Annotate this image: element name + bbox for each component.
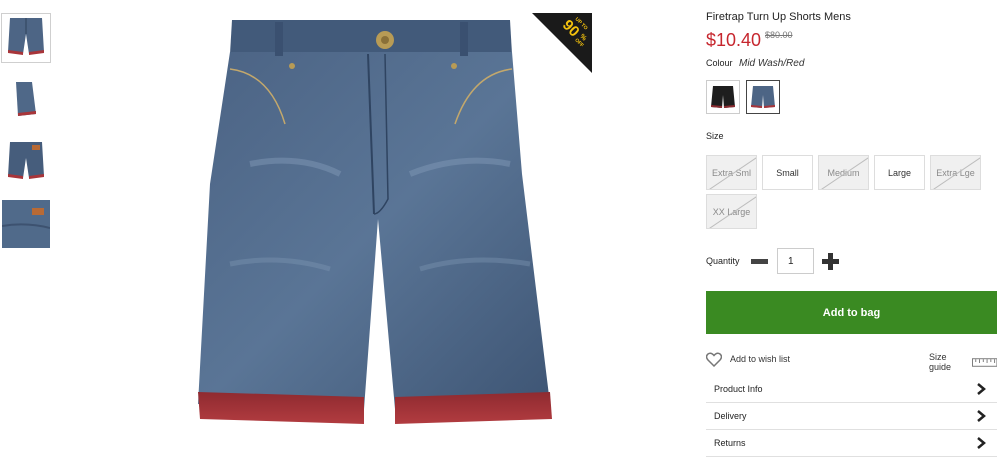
- product-old-price: $80.00: [765, 30, 793, 40]
- colour-swatch-midwash[interactable]: [746, 80, 780, 114]
- thumbnail-detail[interactable]: [1, 199, 51, 249]
- chevron-right-icon: [977, 437, 986, 449]
- colour-label: Colour: [706, 58, 733, 68]
- size-option-large[interactable]: Large: [874, 155, 925, 190]
- product-info-panel: Firetrap Turn Up Shorts Mens $10.40 $80.…: [706, 0, 997, 457]
- colour-swatch-black[interactable]: [706, 80, 740, 114]
- thumbnail-front[interactable]: [1, 13, 51, 63]
- denim-shorts-swatch-icon: [749, 83, 777, 111]
- heart-icon: [706, 352, 722, 367]
- accordion-returns-label: Returns: [714, 438, 746, 448]
- colour-selected-value: Mid Wash/Red: [739, 58, 805, 69]
- wishlist-label: Add to wish list: [730, 354, 791, 364]
- chevron-right-icon: [977, 383, 986, 395]
- size-option-small[interactable]: Small: [762, 155, 813, 190]
- thumbnail-back[interactable]: [1, 137, 51, 187]
- discount-corner-icon: UP TO 90 % OFF: [532, 13, 592, 73]
- denim-shorts-image: [198, 20, 552, 424]
- size-option-medium[interactable]: Medium: [818, 155, 869, 190]
- thumbnail-side[interactable]: [1, 75, 51, 125]
- shorts-front-thumb-image: [8, 18, 44, 55]
- add-to-bag-button[interactable]: Add to bag: [706, 291, 997, 334]
- size-label: Size: [706, 131, 724, 141]
- quantity-increase-button[interactable]: [822, 253, 840, 271]
- discount-badge: UP TO 90 % OFF: [532, 13, 592, 73]
- size-guide-link[interactable]: Size guide: [929, 352, 997, 372]
- size-option-extra-lge[interactable]: Extra Lge: [930, 155, 981, 190]
- size-option-xx-large[interactable]: XX Large: [706, 194, 757, 229]
- size-guide-label: Size guide: [929, 352, 952, 372]
- product-main-image[interactable]: [190, 14, 565, 444]
- product-title: Firetrap Turn Up Shorts Mens: [706, 11, 851, 23]
- chevron-right-icon: [977, 410, 986, 422]
- accordion-delivery[interactable]: Delivery: [706, 403, 997, 430]
- product-price: $10.40: [706, 30, 762, 50]
- add-to-wishlist-link[interactable]: Add to wish list: [706, 350, 790, 368]
- shorts-detail-thumb-image: [2, 200, 50, 248]
- quantity-label: Quantity: [706, 256, 740, 266]
- shorts-back-thumb-image: [8, 142, 44, 179]
- quantity-input[interactable]: [777, 248, 814, 274]
- accordion-delivery-label: Delivery: [714, 411, 747, 421]
- size-option-extra-sml[interactable]: Extra Sml: [706, 155, 757, 190]
- accordion-product-info-label: Product Info: [714, 384, 763, 394]
- black-shorts-swatch-icon: [709, 83, 737, 111]
- ruler-icon: [971, 357, 997, 367]
- accordion-product-info[interactable]: Product Info: [706, 376, 997, 403]
- quantity-decrease-button[interactable]: [751, 253, 769, 269]
- thumbnail-list: [0, 13, 54, 261]
- shorts-side-thumb-image: [16, 82, 36, 116]
